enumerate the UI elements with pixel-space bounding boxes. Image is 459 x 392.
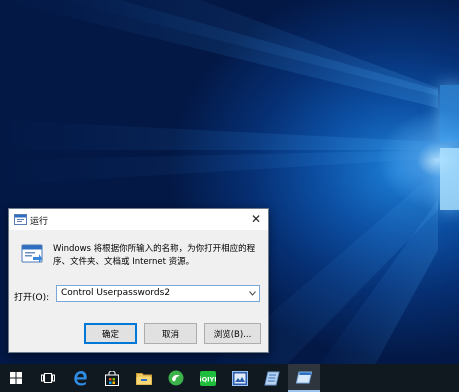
- open-command-input[interactable]: Control Userpasswords2: [56, 285, 260, 302]
- run-description: Windows 将根据你所输入的名称，为你打开相应的程序、文件夹、文档或 Int…: [53, 244, 256, 267]
- open-command-value: Control Userpasswords2: [61, 288, 171, 298]
- run-window-icon: [296, 371, 312, 383]
- run-dialog-body: Windows 将根据你所输入的名称，为你打开相应的程序、文件夹、文档或 Int…: [9, 230, 268, 327]
- run-dialog: 运行 ✕ Windows 将根据你所输入的名称，为你打开相应的程序、文件夹、文档…: [8, 208, 269, 353]
- ok-button[interactable]: 确定: [84, 323, 137, 344]
- taskbar-file-explorer[interactable]: [128, 364, 160, 392]
- taskbar-notes-app[interactable]: [256, 364, 288, 392]
- edge-icon: [74, 371, 87, 386]
- run-dialog-titlebar[interactable]: 运行 ✕: [9, 209, 268, 230]
- taskbar-run-window[interactable]: [288, 364, 320, 392]
- run-program-icon: [21, 244, 43, 263]
- browse-button[interactable]: 浏览(B)...: [204, 323, 261, 344]
- logo-pane-bottom: [440, 148, 459, 210]
- taskbar-photo-app[interactable]: [224, 364, 256, 392]
- taskbar-store[interactable]: [96, 364, 128, 392]
- open-history-dropdown[interactable]: [245, 286, 259, 301]
- iqiyi-icon: iQIYI: [200, 370, 216, 386]
- notes-app-icon: [264, 371, 280, 385]
- open-label: 打开(O):: [14, 293, 50, 303]
- window-title: 运行: [30, 217, 49, 227]
- logo-pane-top: [440, 85, 459, 142]
- close-button[interactable]: ✕: [244, 209, 268, 229]
- task-view-button[interactable]: [32, 364, 64, 392]
- task-view-icon: [41, 373, 55, 383]
- taskbar-edge[interactable]: [64, 364, 96, 392]
- start-button[interactable]: [0, 364, 32, 392]
- cancel-button[interactable]: 取消: [144, 323, 197, 344]
- file-explorer-icon: [136, 372, 152, 385]
- run-app-icon: [14, 214, 27, 225]
- start-icon: [10, 372, 22, 384]
- chevron-down-icon: [248, 291, 256, 296]
- green-app-icon: [168, 370, 184, 386]
- photo-app-icon: [232, 370, 248, 386]
- taskbar-iqiyi[interactable]: iQIYI: [192, 364, 224, 392]
- store-icon: [105, 370, 119, 386]
- svg-text:iQIYI: iQIYI: [200, 375, 216, 383]
- dialog-button-bar: 确定 取消 浏览(B)...: [9, 323, 268, 352]
- taskbar-green-app[interactable]: [160, 364, 192, 392]
- taskbar: iQIYI: [0, 364, 459, 392]
- close-icon: ✕: [250, 212, 262, 226]
